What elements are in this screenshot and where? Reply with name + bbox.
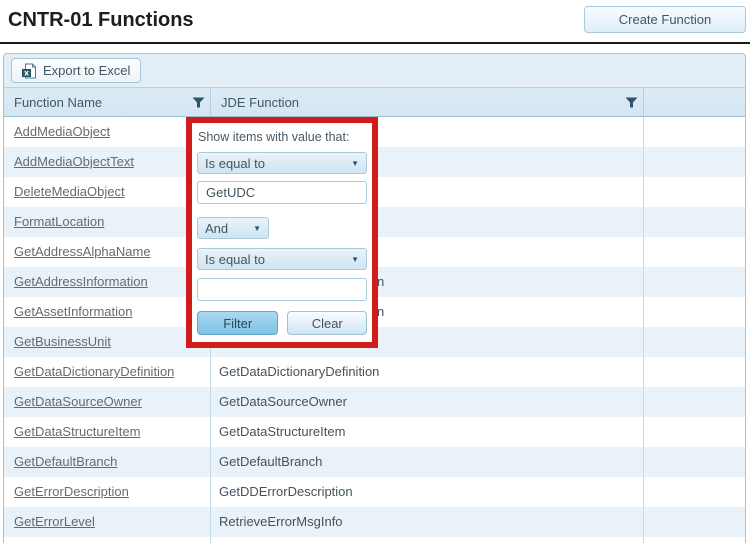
function-name-link[interactable]: GetDataDictionaryDefinition	[14, 364, 174, 379]
empty-cell	[644, 417, 745, 447]
export-to-excel-label: Export to Excel	[43, 63, 130, 78]
page-title: CNTR-01 Functions	[8, 9, 194, 32]
filter-operator2-dropdown[interactable]: Is equal to ▼	[197, 248, 367, 270]
empty-cell	[644, 267, 745, 297]
column-header-label: JDE Function	[221, 95, 299, 110]
jde-function-cell: RetrieveErrorMsgInfo	[211, 507, 644, 537]
jde-function-cell: GetDefaultBranch	[211, 447, 644, 477]
empty-cell	[644, 237, 745, 267]
table-row: GetDataSourceOwner GetDataSourceOwner	[4, 387, 745, 417]
function-name-link[interactable]: GetDataSourceOwner	[14, 394, 142, 409]
function-name-cell: GetDefaultBranch	[4, 447, 211, 477]
function-name-cell: AddMediaObject	[4, 117, 211, 147]
filter-popup-buttons: Filter Clear	[197, 311, 367, 335]
grid-toolbar: x Export to Excel	[4, 54, 745, 88]
empty-cell	[644, 117, 745, 147]
column-header-function-name[interactable]: Function Name	[4, 88, 211, 116]
function-name-link[interactable]: GetAddressAlphaName	[14, 244, 151, 259]
table-row: GetErrorLevel RetrieveErrorMsgInfo	[4, 507, 745, 537]
function-name-link[interactable]: GetDataStructureItem	[14, 424, 140, 439]
table-row	[4, 537, 745, 543]
filter-logic-value: And	[205, 221, 228, 236]
empty-cell	[644, 297, 745, 327]
column-header-jde-function[interactable]: JDE Function	[211, 88, 644, 116]
clear-button[interactable]: Clear	[287, 311, 367, 335]
function-name-link[interactable]: GetDefaultBranch	[14, 454, 117, 469]
column-header-empty	[644, 88, 745, 116]
funnel-icon[interactable]	[192, 96, 205, 109]
function-name-cell: DeleteMediaObject	[4, 177, 211, 207]
function-name-cell: GetAddressAlphaName	[4, 237, 211, 267]
filter-value2-input[interactable]	[197, 278, 367, 301]
empty-cell	[644, 537, 745, 543]
export-to-excel-button[interactable]: x Export to Excel	[11, 58, 141, 83]
function-name-link[interactable]: AddMediaObject	[14, 124, 110, 139]
function-name-cell: GetErrorDescription	[4, 477, 211, 507]
chevron-down-icon: ▼	[253, 224, 261, 233]
column-header-label: Function Name	[14, 95, 102, 110]
empty-cell	[644, 447, 745, 477]
function-name-cell: GetErrorLevel	[4, 507, 211, 537]
filter-operator1-value: Is equal to	[205, 156, 265, 171]
function-name-link[interactable]: AddMediaObjectText	[14, 154, 134, 169]
function-name-link[interactable]: FormatLocation	[14, 214, 104, 229]
function-name-cell: GetDataStructureItem	[4, 417, 211, 447]
function-name-cell	[4, 537, 211, 543]
filter-operator1-dropdown[interactable]: Is equal to ▼	[197, 152, 367, 174]
jde-function-cell	[211, 537, 644, 543]
empty-cell	[644, 477, 745, 507]
function-name-cell: AddMediaObjectText	[4, 147, 211, 177]
function-name-link[interactable]: GetErrorLevel	[14, 514, 95, 529]
empty-cell	[644, 177, 745, 207]
filter-button[interactable]: Filter	[197, 311, 278, 335]
filter-logic-dropdown[interactable]: And ▼	[197, 217, 269, 239]
table-row: GetDefaultBranch GetDefaultBranch	[4, 447, 745, 477]
function-name-link[interactable]: GetBusinessUnit	[14, 334, 111, 349]
jde-function-cell: GetDataSourceOwner	[211, 387, 644, 417]
empty-cell	[644, 357, 745, 387]
function-name-cell: GetAddressInformation	[4, 267, 211, 297]
empty-cell	[644, 327, 745, 357]
table-row: GetErrorDescription GetDDErrorDescription	[4, 477, 745, 507]
chevron-down-icon: ▼	[351, 159, 359, 168]
grid-header-row: Function Name JDE Function	[4, 88, 745, 117]
function-name-link[interactable]: GetErrorDescription	[14, 484, 129, 499]
filter-value1-input[interactable]	[197, 181, 367, 204]
function-name-cell: FormatLocation	[4, 207, 211, 237]
svg-text:x: x	[24, 68, 29, 77]
function-name-cell: GetBusinessUnit	[4, 327, 211, 357]
jde-function-cell: GetDDErrorDescription	[211, 477, 644, 507]
filter-popup: Show items with value that: Is equal to …	[192, 123, 372, 335]
funnel-icon[interactable]	[625, 96, 638, 109]
filter-annotation: Show items with value that: Is equal to …	[186, 117, 378, 348]
jde-function-cell: GetDataDictionaryDefinition	[211, 357, 644, 387]
function-name-link[interactable]: DeleteMediaObject	[14, 184, 125, 199]
function-name-link[interactable]: GetAddressInformation	[14, 274, 148, 289]
empty-cell	[644, 507, 745, 537]
function-name-cell: GetDataSourceOwner	[4, 387, 211, 417]
title-divider	[0, 42, 750, 44]
empty-cell	[644, 387, 745, 417]
chevron-down-icon: ▼	[351, 255, 359, 264]
excel-file-icon: x	[22, 63, 37, 79]
filter-popup-title: Show items with value that:	[198, 130, 367, 144]
create-function-button[interactable]: Create Function	[584, 6, 746, 33]
function-name-cell: GetAssetInformation	[4, 297, 211, 327]
table-row: GetDataStructureItem GetDataStructureItem	[4, 417, 745, 447]
jde-function-cell: GetDataStructureItem	[211, 417, 644, 447]
function-name-link[interactable]: GetAssetInformation	[14, 304, 133, 319]
empty-cell	[644, 207, 745, 237]
function-name-cell: GetDataDictionaryDefinition	[4, 357, 211, 387]
empty-cell	[644, 147, 745, 177]
filter-operator2-value: Is equal to	[205, 252, 265, 267]
table-row: GetDataDictionaryDefinition GetDataDictio…	[4, 357, 745, 387]
